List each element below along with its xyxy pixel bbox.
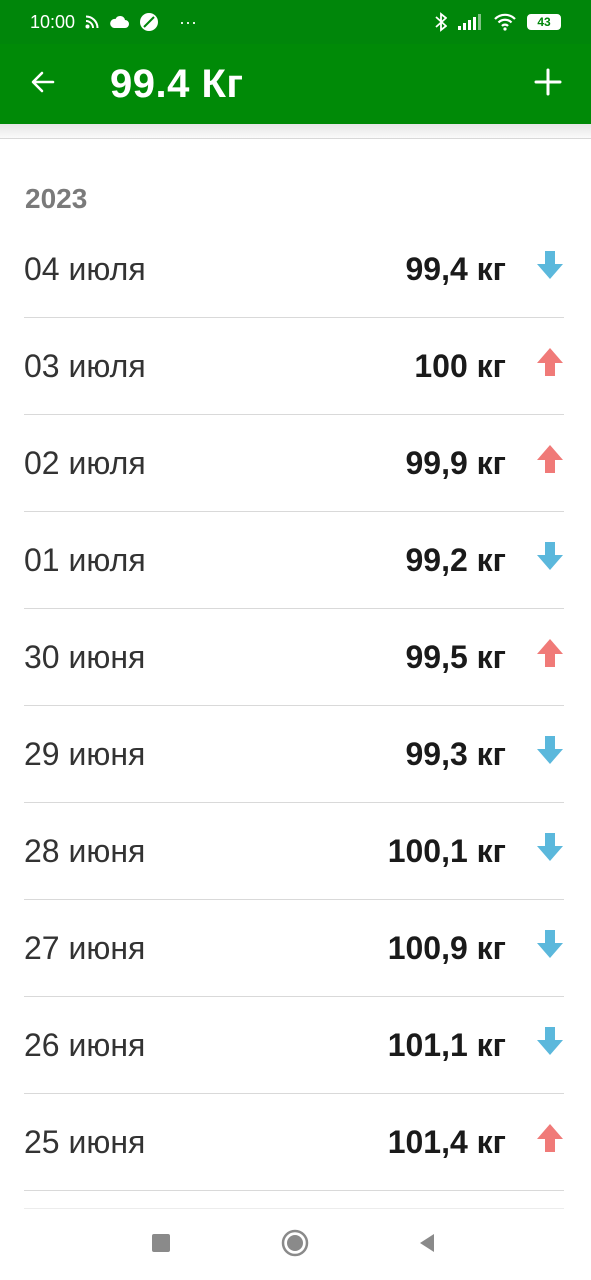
weight-list: 04 июля 99,4 кг 03 июля 100 кг 02 июля 99,9 к… [24, 221, 564, 1191]
entry-date: 29 июня [24, 735, 146, 772]
rss-icon [85, 15, 99, 29]
arrow-down-icon [536, 540, 564, 572]
navigation-bar [0, 1210, 591, 1280]
bluetooth-icon [435, 12, 447, 32]
list-item[interactable]: 27 июня 100,9 кг [24, 900, 564, 997]
back-button[interactable] [28, 66, 58, 102]
status-time: 10:00 [30, 11, 76, 32]
entry-weight: 100,9 кг [387, 929, 506, 966]
app-bar: 99.4 Кг [0, 44, 591, 124]
add-entry-button[interactable] [530, 64, 566, 104]
arrow-up-icon [536, 1122, 564, 1154]
entry-weight: 101,1 кг [387, 1026, 506, 1063]
arrow-down-icon [536, 1025, 564, 1057]
list-item[interactable]: 03 июля 100 кг [24, 318, 564, 415]
entry-weight: 99,9 кг [405, 444, 506, 481]
entry-date: 27 июня [24, 929, 146, 966]
entry-date: 30 июня [24, 638, 146, 675]
status-more: ··· [179, 11, 198, 32]
entry-weight: 100 кг [414, 347, 506, 384]
entry-date: 02 июля [24, 444, 146, 481]
arrow-up-icon [536, 346, 564, 378]
battery-icon: 43 [527, 14, 561, 30]
entry-weight: 101,4 кг [387, 1123, 506, 1160]
list-item[interactable]: 29 июня 99,3 кг [24, 706, 564, 803]
entry-date: 04 июля [24, 250, 146, 287]
system-back-button[interactable] [414, 1232, 440, 1258]
battery-level: 43 [537, 15, 551, 29]
divider [24, 1208, 564, 1209]
status-bar-left: 10:00 ··· [30, 12, 197, 33]
plus-icon [533, 67, 563, 102]
entry-weight: 99,4 кг [405, 250, 506, 287]
list-item[interactable]: 01 июля 99,2 кг [24, 512, 564, 609]
no-sim-icon [139, 12, 159, 32]
signal-icon [457, 14, 483, 30]
arrow-left-icon [29, 68, 57, 101]
entry-date: 03 июля [24, 347, 146, 384]
wifi-icon [493, 13, 517, 31]
arrow-down-icon [536, 831, 564, 863]
entry-date: 28 июня [24, 832, 146, 869]
status-bar-right: 43 [435, 12, 561, 32]
entry-weight: 99,3 кг [405, 735, 506, 772]
arrow-down-icon [536, 928, 564, 960]
page-title: 99.4 Кг [110, 62, 244, 106]
arrow-up-icon [536, 443, 564, 475]
entry-date: 26 июня [24, 1026, 146, 1063]
cloud-icon [109, 15, 130, 29]
entry-date: 01 июля [24, 541, 146, 578]
entry-weight: 100,1 кг [387, 832, 506, 869]
app-bar-shadow [0, 124, 591, 139]
home-button[interactable] [280, 1229, 310, 1262]
list-item[interactable]: 25 июня 101,4 кг [24, 1094, 564, 1191]
list-item[interactable]: 02 июля 99,9 кг [24, 415, 564, 512]
status-bar: 10:00 ··· 43 [0, 0, 591, 44]
home-icon [281, 1229, 309, 1262]
list-item[interactable]: 26 июня 101,1 кг [24, 997, 564, 1094]
year-header: 2023 [25, 183, 88, 214]
list-item[interactable]: 04 июля 99,4 кг [24, 221, 564, 318]
list-item[interactable]: 28 июня 100,1 кг [24, 803, 564, 900]
arrow-down-icon [536, 249, 564, 281]
arrow-up-icon [536, 637, 564, 669]
entry-weight: 99,2 кг [405, 541, 506, 578]
arrow-down-icon [536, 734, 564, 766]
recents-icon [151, 1233, 171, 1258]
recents-button[interactable] [148, 1232, 174, 1258]
back-triangle-icon [416, 1232, 438, 1259]
entry-date: 25 июня [24, 1123, 146, 1160]
list-item[interactable]: 30 июня 99,5 кг [24, 609, 564, 706]
entry-weight: 99,5 кг [405, 638, 506, 675]
